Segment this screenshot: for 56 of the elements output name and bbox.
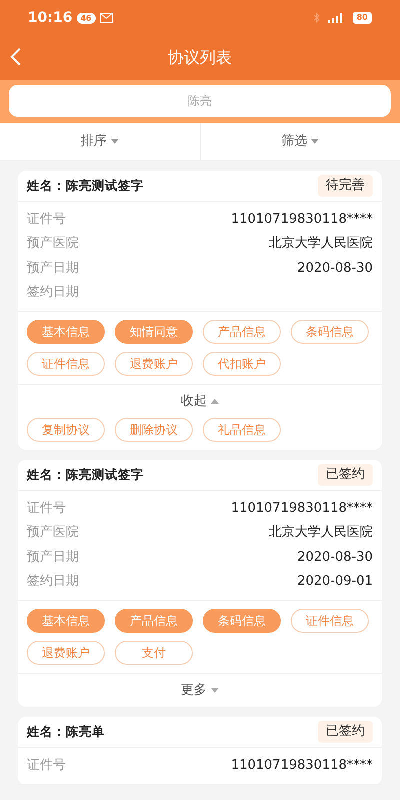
field-label: 预产医院 [27,235,79,253]
patient-name: 姓名：陈亮单 [27,722,105,741]
section-tag[interactable]: 条码信息 [203,609,281,633]
expand-toggle[interactable]: 更多 [181,680,219,700]
field-value: 2020-08-30 [297,548,373,566]
caret-down-icon [311,139,320,144]
status-badge: 已签约 [318,721,373,743]
section-tag[interactable]: 基本信息 [27,320,105,344]
field-value: 北京大学人民医院 [269,524,373,542]
filter-dropdown[interactable]: 筛选 [281,132,320,152]
caret-up-icon [211,399,219,404]
section-tag[interactable]: 产品信息 [203,320,281,344]
action-button[interactable]: 复制协议 [27,418,105,442]
mail-icon [100,13,113,23]
caret-down-icon [110,139,119,144]
expand-toggle[interactable]: 收起 [181,392,219,412]
field-value: 2020-08-30 [297,260,373,278]
filter-dropdown[interactable]: 排序 [80,132,119,152]
field-value: 11010719830118**** [231,500,373,518]
action-button[interactable]: 礼品信息 [203,418,281,442]
field-value: 2020-09-01 [297,573,373,591]
section-tag[interactable]: 代扣账户 [203,352,281,376]
caret-down-icon [211,688,219,693]
field-label: 证件号 [27,210,66,228]
section-tag[interactable]: 条码信息 [291,320,369,344]
status-badge: 已签约 [318,464,373,486]
field-label: 预产医院 [27,524,79,542]
section-tag[interactable]: 证件信息 [27,352,105,376]
section-tag[interactable]: 退费账户 [115,352,193,376]
status-badge: 待完善 [318,175,373,197]
field-label: 签约日期 [27,573,79,591]
signal-icon [328,13,345,23]
page-title: 协议列表 [168,47,232,69]
patient-name: 姓名：陈亮测试签字 [27,176,144,195]
section-tag[interactable]: 基本信息 [27,609,105,633]
section-tag[interactable]: 产品信息 [115,609,193,633]
field-value: 11010719830118**** [231,210,373,228]
field-label: 预产日期 [27,548,79,566]
search-field[interactable]: 陈亮 [9,85,391,117]
section-tag[interactable]: 支付 [115,641,193,665]
bluetooth-icon [314,13,320,23]
field-value: 北京大学人民医院 [269,235,373,253]
field-label: 签约日期 [27,284,79,302]
patient-name: 姓名：陈亮测试签字 [27,466,144,484]
field-value: 11010719830118**** [231,756,373,774]
network-badge: 46 [76,12,96,24]
status-time: 10:16 [28,8,73,28]
field-label: 证件号 [27,756,66,774]
field-label: 预产日期 [27,260,79,278]
back-icon[interactable] [10,48,22,66]
action-button[interactable]: 删除协议 [115,418,193,442]
field-label: 证件号 [27,500,66,518]
section-tag[interactable]: 退费账户 [27,641,105,665]
section-tag[interactable]: 知情同意 [115,320,193,344]
section-tag[interactable]: 证件信息 [291,609,369,633]
battery-level: 80 [352,12,372,24]
